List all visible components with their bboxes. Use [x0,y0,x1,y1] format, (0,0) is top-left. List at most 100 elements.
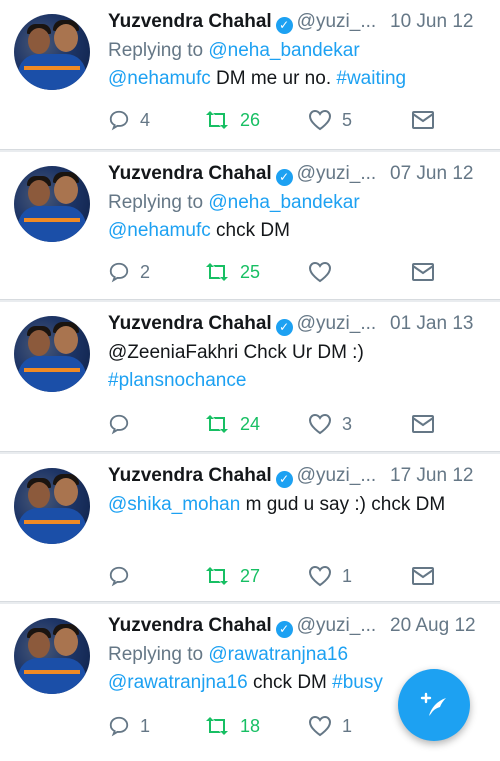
like-button[interactable]: 5 [308,108,352,132]
tweet-actions: 1 18 1 [108,714,438,738]
reply-icon [109,414,129,435]
retweet-count: 18 [240,715,261,736]
avatar[interactable] [14,618,90,694]
like-count: 5 [342,109,353,130]
hashtag-link[interactable]: #waiting [336,68,406,89]
like-count: 1 [342,715,353,736]
mention-link[interactable]: @rawatranjna16 [108,672,248,693]
tweet-header: Yuzvendra Chahal ✓ @yuzi_... [108,312,376,336]
retweet-button[interactable]: 24 [204,412,260,436]
direct-message-button[interactable] [412,108,434,132]
avatar[interactable] [14,316,90,392]
author-name[interactable]: Yuzvendra Chahal [108,465,272,486]
tweet-actions: 24 3 [108,412,438,436]
verified-badge-icon: ✓ [275,471,293,488]
reply-icon [109,716,129,737]
author-name[interactable]: Yuzvendra Chahal [108,11,272,32]
retweet-button[interactable]: 26 [204,108,260,132]
replying-to-label: Replying to [108,40,209,61]
retweet-button[interactable]: 27 [204,564,260,588]
direct-message-button[interactable] [412,412,434,436]
author-name[interactable]: Yuzvendra Chahal [108,615,272,636]
reply-icon [109,566,129,587]
mention-link[interactable]: @shika_mohan [108,494,240,515]
replying-to-label: Replying to [108,644,209,665]
reply-icon [109,262,129,283]
reply-button[interactable] [108,564,140,588]
retweet-button[interactable]: 18 [204,714,260,738]
tweet-body: chck DM [247,672,333,693]
like-button[interactable] [308,260,342,284]
author-name[interactable]: Yuzvendra Chahal [108,163,272,184]
heart-icon [308,565,332,587]
tweet-item[interactable]: Yuzvendra Chahal ✓ @yuzi_... 10 Jun 12 Rep… [0,0,500,150]
verified-badge-icon: ✓ [275,169,293,186]
retweet-icon [206,567,228,585]
direct-message-button[interactable] [412,564,434,588]
tweet-item[interactable]: Yuzvendra Chahal ✓ @yuzi_... 01 Jan 13 @Ze… [0,302,500,452]
tweet-text: @nehamufc DM me ur no. #waiting [108,66,406,92]
reply-context: Replying to @neha_bandekar [108,38,360,64]
retweet-button[interactable]: 25 [204,260,260,284]
envelope-icon [412,415,434,433]
tweet-body: m gud u say :) chck DM [240,494,446,515]
author-handle[interactable]: @yuzi_... [297,615,376,636]
heart-icon [308,109,332,131]
heart-icon [308,715,332,737]
tweet-text: @rawatranjna16 chck DM #busy [108,670,383,696]
mention-link[interactable]: @nehamufc [108,220,211,241]
direct-message-button[interactable] [412,260,434,284]
like-count: 3 [342,413,353,434]
author-name[interactable]: Yuzvendra Chahal [108,313,272,334]
retweet-count: 25 [240,261,261,282]
author-handle[interactable]: @yuzi_... [297,465,376,486]
reply-to-link[interactable]: @neha_bandekar [208,40,359,61]
verified-badge-icon: ✓ [275,621,293,638]
retweet-count: 24 [240,413,261,434]
verified-badge-icon: ✓ [275,319,293,336]
tweet-body: chck DM [210,220,290,241]
author-handle[interactable]: @yuzi_... [297,11,376,32]
avatar[interactable] [14,14,90,90]
tweet-actions: 27 1 [108,564,438,588]
tweet-actions: 4 26 5 [108,108,438,132]
tweet-text: @shika_mohan m gud u say :) chck DM [108,492,445,518]
tweet-date: 20 Aug 12 [390,615,476,636]
tweet-item[interactable]: Yuzvendra Chahal ✓ @yuzi_... 17 Jun 12 @sh… [0,454,500,602]
retweet-icon [206,263,228,281]
reply-button[interactable]: 2 [108,260,150,284]
reply-to-link[interactable]: @neha_bandekar [208,192,359,213]
like-button[interactable]: 1 [308,714,352,738]
reply-context: Replying to @rawatranjna16 [108,642,348,668]
avatar[interactable] [14,468,90,544]
hashtag-link[interactable]: #busy [332,672,383,693]
avatar[interactable] [14,166,90,242]
author-handle[interactable]: @yuzi_... [297,313,376,334]
reply-count: 2 [140,261,151,282]
like-count: 1 [342,565,353,586]
compose-tweet-button[interactable] [398,669,470,741]
mention-link[interactable]: @nehamufc [108,68,211,89]
tweet-header: Yuzvendra Chahal ✓ @yuzi_... [108,10,376,34]
hashtag-link[interactable]: #plansnochance [108,370,246,391]
tweet-text: @ZeeniaFakhri Chck Ur DM :) [108,340,364,366]
tweet-header: Yuzvendra Chahal ✓ @yuzi_... [108,464,376,488]
tweet-date: 17 Jun 12 [390,465,474,486]
reply-button[interactable] [108,412,140,436]
tweet-text: @nehamufc chck DM [108,218,290,244]
tweet-item[interactable]: Yuzvendra Chahal ✓ @yuzi_... 07 Jun 12 Rep… [0,152,500,300]
like-button[interactable]: 3 [308,412,352,436]
tweet-date: 10 Jun 12 [390,11,474,32]
tweet-date: 01 Jan 13 [390,313,474,334]
retweet-count: 27 [240,565,261,586]
reply-to-link[interactable]: @rawatranjna16 [208,644,348,665]
reply-count: 4 [140,109,151,130]
tweet-actions: 2 25 [108,260,438,284]
envelope-icon [412,263,434,281]
envelope-icon [412,111,434,129]
like-button[interactable]: 1 [308,564,352,588]
reply-button[interactable]: 1 [108,714,150,738]
author-handle[interactable]: @yuzi_... [297,163,376,184]
tweet-body: @ZeeniaFakhri Chck Ur DM :) [108,342,364,363]
reply-button[interactable]: 4 [108,108,150,132]
